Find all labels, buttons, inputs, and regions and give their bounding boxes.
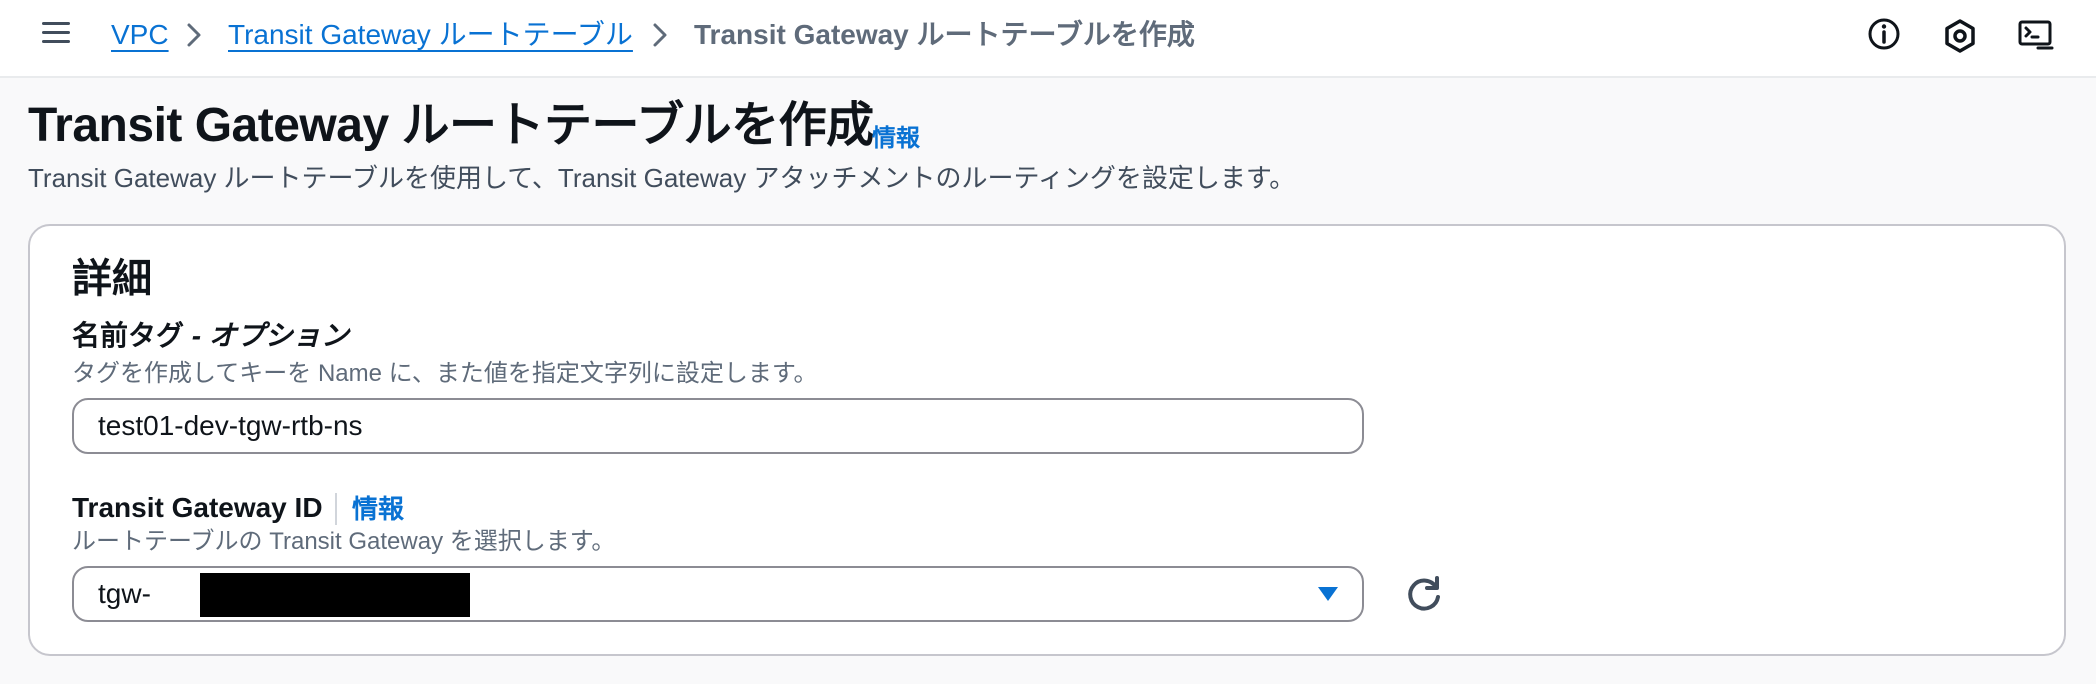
cloudshell-icon[interactable] [2016,16,2056,56]
chevron-right-icon [187,23,201,47]
page-info-link[interactable]: 情報 [872,118,920,153]
settings-hex-icon[interactable] [1940,16,1980,56]
redacted-block [200,573,470,617]
name-tag-input-value: test01-dev-tgw-rtb-ns [98,410,363,441]
name-tag-optional-text: - オプション [184,320,349,351]
name-tag-label-text: 名前タグ [72,320,185,351]
caret-down-icon[interactable] [1316,584,1340,604]
page-title: Transit Gateway ルートテーブルを作成 [28,99,874,152]
tgw-id-select-value: tgw- [98,578,151,609]
breadcrumb-vpc-link[interactable]: VPC [111,17,169,53]
label-divider [335,493,337,525]
breadcrumb-current: Transit Gateway ルートテーブルを作成 [694,19,1195,50]
tgw-id-description: ルートテーブルの Transit Gateway を選択します。 [72,528,616,555]
tgw-id-label: Transit Gateway ID [72,492,323,523]
name-tag-label: 名前タグ - オプション [72,318,349,354]
name-tag-description: タグを作成してキーを Name に、また値を指定文字列に設定します。 [72,360,818,387]
name-tag-input[interactable]: test01-dev-tgw-rtb-ns [72,398,1364,454]
refresh-icon[interactable] [1402,573,1446,617]
tgw-id-select[interactable]: tgw- [72,566,1364,622]
panel-title: 詳細 [72,257,152,301]
menu-icon[interactable] [42,19,74,51]
page-description: Transit Gateway ルートテーブルを使用して、Transit Gat… [28,163,1296,193]
top-navigation: VPC Transit Gateway ルートテーブル Transit Gate… [0,0,2096,78]
details-panel: 詳細 名前タグ - オプション タグを作成してキーを Name に、また値を指定… [28,224,2066,656]
info-circle-icon[interactable] [1864,16,1904,56]
breadcrumb-route-tables-link[interactable]: Transit Gateway ルートテーブル [228,17,633,53]
chevron-right-icon [653,23,667,47]
tgw-id-info-link[interactable]: 情報 [352,491,404,527]
